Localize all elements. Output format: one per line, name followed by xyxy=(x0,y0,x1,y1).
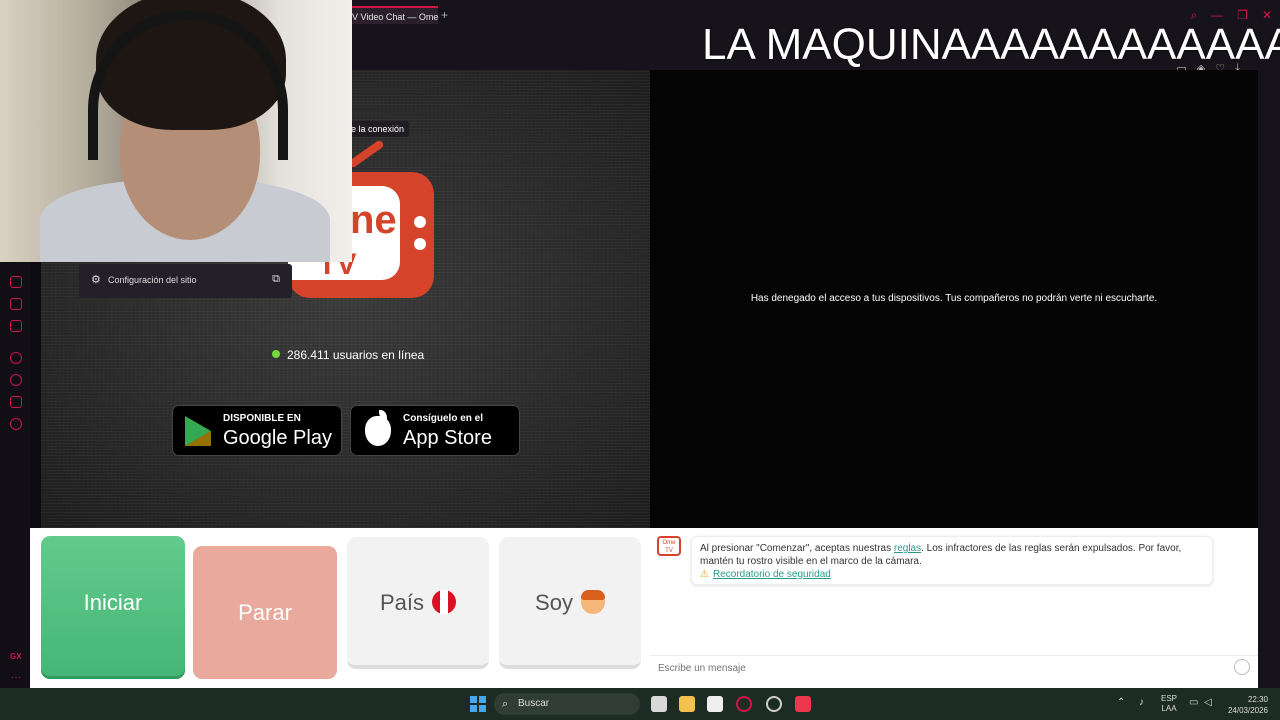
online-users-count: 286.411 usuarios en línea xyxy=(272,348,424,362)
sidebar-more-icon[interactable]: ··· xyxy=(11,672,21,683)
sidebar-music-icon[interactable] xyxy=(10,320,22,332)
search-icon: ⌕ xyxy=(502,698,509,710)
tab-title: V Video Chat — Ome xyxy=(352,12,438,22)
online-dot-icon xyxy=(272,350,280,358)
app-icon[interactable] xyxy=(766,696,782,712)
tray-chevron-up-icon[interactable]: ⌃ xyxy=(1117,697,1125,708)
gender-button[interactable]: Soy xyxy=(499,537,641,669)
taskbar-search[interactable]: ⌕ Buscar xyxy=(494,693,640,715)
language-indicator[interactable]: ESP LAA xyxy=(1161,694,1177,714)
store-icon[interactable] xyxy=(707,696,723,712)
logo-knob-2 xyxy=(414,238,426,250)
safety-reminder-link[interactable]: Recordatorio de seguridad xyxy=(713,569,831,580)
sidebar-messenger-icon[interactable] xyxy=(10,298,22,310)
warning-icon: ⚠ xyxy=(700,569,709,580)
site-config-popup[interactable]: ⚙ Configuración del sitio ⧉ xyxy=(79,264,292,298)
volume-icon[interactable]: ◁ xyxy=(1204,697,1212,708)
google-play-button[interactable]: DISPONIBLE EN Google Play xyxy=(172,405,342,456)
rules-link[interactable]: reglas xyxy=(894,543,921,554)
boy-emoji-icon xyxy=(580,590,605,614)
browser-tab-omegle[interactable]: V Video Chat — Ome xyxy=(346,6,438,24)
logo-knob-1 xyxy=(414,216,426,228)
connection-tooltip: e la conexión xyxy=(346,121,410,137)
gear-icon: ⚙ xyxy=(91,274,101,286)
logo-text-ome: ne xyxy=(350,198,397,242)
peru-flag-icon xyxy=(432,590,457,614)
popout-icon[interactable]: ⧉ xyxy=(272,273,280,286)
rules-message: Al presionar "Comenzar", aceptas nuestra… xyxy=(691,536,1213,585)
opera-gx-icon[interactable] xyxy=(736,696,752,712)
windows-taskbar xyxy=(0,688,1280,720)
sidebar-extensions-icon[interactable] xyxy=(10,396,22,408)
apple-icon xyxy=(365,416,391,446)
sidebar-history-icon[interactable] xyxy=(10,374,22,386)
message-input[interactable] xyxy=(650,655,1258,680)
sidebar-gx-label[interactable]: GX xyxy=(10,652,22,661)
start-button[interactable]: Iniciar xyxy=(41,536,185,679)
windows-start-icon[interactable] xyxy=(470,696,486,712)
right-sidebar-strip xyxy=(1258,70,1280,688)
emoji-icon[interactable] xyxy=(1234,659,1250,675)
taskview-icon[interactable] xyxy=(651,696,667,712)
music-icon[interactable] xyxy=(795,696,811,712)
app-store-button[interactable]: Consíguelo en el App Store xyxy=(350,405,520,456)
streamer-webcam xyxy=(0,0,352,262)
new-tab-button[interactable]: + xyxy=(441,8,448,22)
country-button[interactable]: País xyxy=(347,537,489,669)
network-icon[interactable]: ▭ xyxy=(1189,697,1198,708)
clock[interactable]: 22:30 24/03/2026 xyxy=(1226,694,1268,716)
sidebar-settings-icon[interactable] xyxy=(10,418,22,430)
ometv-avatar-icon: Ome TV xyxy=(657,536,681,556)
stream-overlay-title: LA MAQUINAAAAAAAAAAAA xyxy=(702,20,1280,69)
site-config-label: Configuración del sitio xyxy=(108,275,197,285)
sidebar-gamepad-icon[interactable] xyxy=(10,276,22,288)
sidebar-player-icon[interactable] xyxy=(10,352,22,364)
partner-video-area: Has denegado el acceso a tus dispositivo… xyxy=(650,70,1258,528)
microphone-icon[interactable]: ♪ xyxy=(1139,697,1144,708)
stop-button[interactable]: Parar xyxy=(193,546,337,679)
file-explorer-icon[interactable] xyxy=(679,696,695,712)
device-denied-message: Has denegado el acceso a tus dispositivo… xyxy=(750,293,1158,304)
